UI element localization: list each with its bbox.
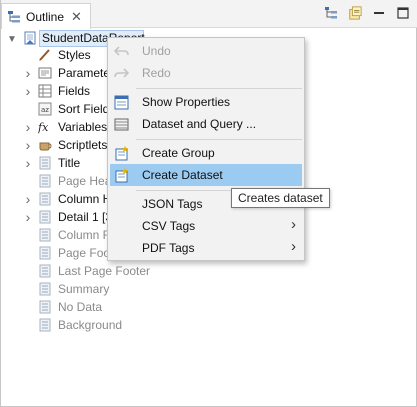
redo-icon (114, 66, 130, 81)
menu-item-show-properties[interactable]: Show Properties (110, 91, 302, 113)
menu-item-undo[interactable]: Undo (110, 40, 302, 62)
band-icon (38, 174, 52, 188)
properties-icon (114, 95, 129, 110)
menu-item-label: Redo (142, 66, 171, 80)
fields-icon (38, 84, 52, 98)
undo-icon (113, 44, 129, 59)
tree-item-label: Variables (58, 120, 108, 134)
tree-item-label: Title (58, 156, 81, 170)
tree-item[interactable]: Last Page Footer (1, 262, 161, 280)
menu-separator (136, 88, 302, 89)
band-icon (38, 282, 52, 296)
tree-item-label: Last Page Footer (58, 264, 151, 278)
report-icon (24, 31, 36, 45)
menu-item-redo[interactable]: Redo (110, 62, 302, 84)
tree-item[interactable]: No Data (1, 298, 161, 316)
submenu-arrow-icon: › (291, 216, 296, 233)
menu-item-dataset-and-query[interactable]: Dataset and Query ... (110, 113, 302, 135)
band-icon (38, 210, 52, 224)
band-icon (38, 228, 52, 242)
variables-icon: fx (37, 120, 52, 134)
chevron-right-icon[interactable]: › (23, 155, 33, 171)
sort-fields-icon: az (38, 102, 52, 116)
tree-item-label: Styles (58, 48, 91, 62)
close-icon[interactable]: ✕ (71, 10, 82, 23)
chevron-right-icon[interactable]: › (23, 119, 33, 135)
tree-item[interactable]: Summary (1, 280, 161, 298)
context-menu: Undo Redo Show Properties Dataset and Query… (107, 37, 305, 261)
chevron-right-icon[interactable]: › (23, 137, 33, 153)
band-icon (38, 156, 52, 170)
menu-separator (136, 139, 302, 140)
tree-item[interactable]: Background (1, 316, 161, 334)
menu-item-label: Dataset and Query ... (142, 117, 257, 131)
chevron-right-icon[interactable]: › (23, 65, 33, 81)
menu-item-create-group[interactable]: Create Group (110, 142, 302, 164)
svg-text:fx: fx (38, 121, 49, 134)
tree-item-label: No Data (58, 300, 103, 314)
menu-item-csv-tags[interactable]: CSV Tags › (110, 215, 302, 237)
menu-item-create-dataset[interactable]: Create Dataset (110, 164, 302, 186)
minimize-icon[interactable] (372, 6, 386, 20)
tree-item-label: Scriptlets (58, 138, 108, 152)
menu-item-label: Create Group (142, 146, 215, 160)
band-icon (38, 192, 52, 206)
chevron-right-icon[interactable]: › (23, 83, 33, 99)
band-icon (38, 264, 52, 278)
tree-item-label: Summary (58, 282, 110, 296)
tooltip: Creates dataset (231, 188, 330, 208)
menu-item-label: PDF Tags (142, 241, 195, 255)
parameters-icon (38, 66, 52, 80)
styles-icon (38, 48, 52, 62)
collapse-tree-icon[interactable] (324, 6, 338, 20)
chevron-right-icon[interactable]: › (23, 209, 33, 225)
outline-view: Outline ✕ ▼ StudentDataReport Styles › P… (0, 0, 417, 407)
view-title-bar: Outline ✕ (1, 0, 417, 29)
svg-text:az: az (41, 106, 49, 114)
create-dataset-icon (114, 168, 129, 183)
submenu-arrow-icon: › (291, 238, 296, 255)
band-icon (38, 318, 52, 332)
menu-item-label: CSV Tags (142, 219, 196, 233)
band-icon (38, 246, 52, 260)
scriptlets-icon (38, 138, 52, 152)
dataset-query-icon (114, 117, 129, 132)
chevron-down-icon[interactable]: ▼ (7, 34, 17, 45)
tree-item-label: Background (58, 318, 123, 332)
menu-item-label: JSON Tags (142, 197, 203, 211)
menu-item-label: Show Properties (142, 95, 231, 109)
maximize-icon[interactable] (396, 6, 410, 20)
menu-item-pdf-tags[interactable]: PDF Tags › (110, 237, 302, 259)
tree-item-label: Detail 1 [3 (58, 210, 113, 224)
outline-view-icon (8, 10, 20, 22)
tab-outline-label: Outline (26, 9, 65, 24)
create-group-icon (114, 146, 129, 161)
chevron-right-icon[interactable]: › (23, 191, 33, 207)
band-icon (38, 300, 52, 314)
tree-item-label: Fields (58, 84, 91, 98)
view-menu-icon[interactable] (348, 6, 362, 20)
menu-item-label: Undo (142, 44, 171, 58)
menu-item-label: Create Dataset (142, 168, 223, 182)
tab-outline[interactable]: Outline ✕ (1, 3, 91, 29)
